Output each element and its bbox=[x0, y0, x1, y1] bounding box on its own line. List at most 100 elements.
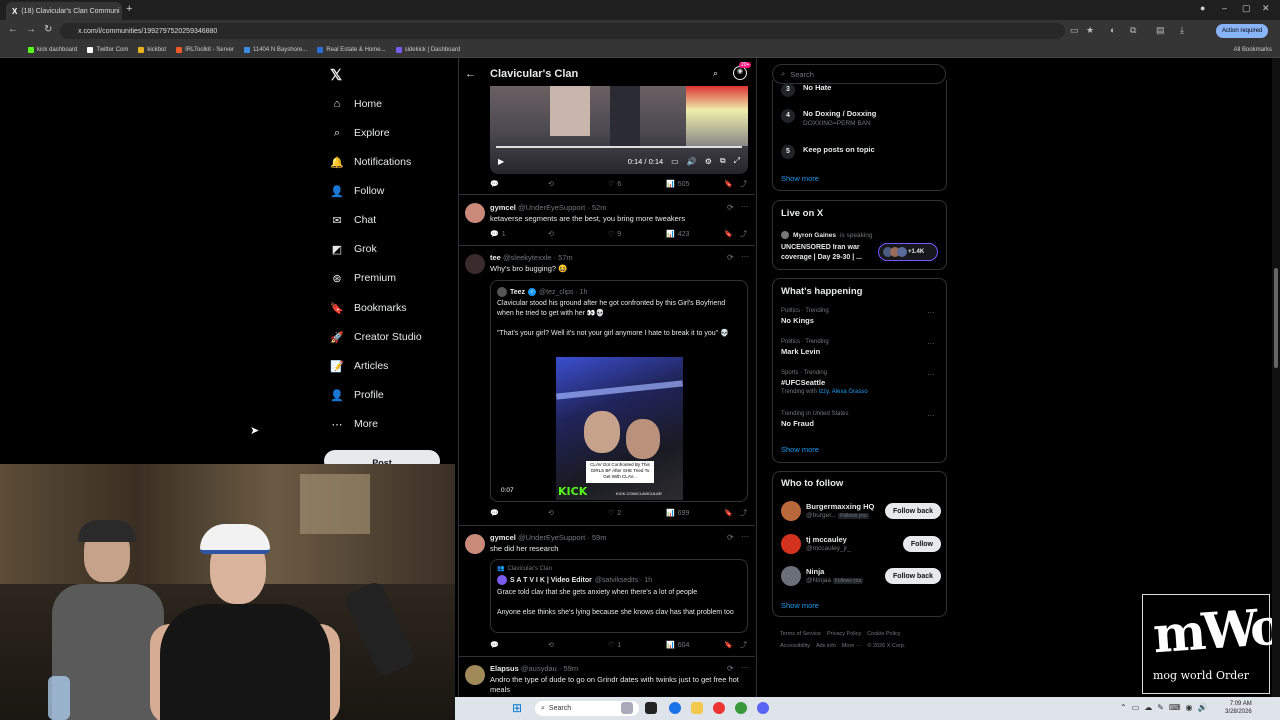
reply-icon[interactable]: 💬 bbox=[490, 180, 502, 188]
repost-icon[interactable]: ⟲ bbox=[548, 180, 557, 188]
bookmark-icon[interactable]: 🔖 bbox=[724, 641, 733, 649]
action-required-button[interactable]: Action required bbox=[1216, 24, 1269, 38]
avatar[interactable] bbox=[781, 566, 801, 586]
trend-item[interactable]: Politics · Trending Mark Levin ··· bbox=[781, 339, 941, 356]
terminal-icon[interactable] bbox=[645, 702, 657, 714]
bookmark-icon[interactable]: 🔖 bbox=[724, 509, 733, 517]
more-icon[interactable]: ··· bbox=[741, 663, 749, 672]
views-icon[interactable]: 📊 604 bbox=[666, 641, 689, 650]
footer-link[interactable]: Privacy Policy bbox=[827, 631, 861, 637]
back-arrow-icon[interactable]: ← bbox=[465, 68, 476, 80]
nav-item-grok[interactable]: ◩ Grok bbox=[330, 239, 377, 259]
bookmark-item[interactable]: IRLToolkit - Server bbox=[176, 46, 234, 53]
follow-suggestion[interactable]: tj mccauley @mccauley_jr_ Follow bbox=[781, 534, 941, 558]
views-icon[interactable]: 📊 505 bbox=[666, 180, 689, 189]
new-tab-button[interactable]: + bbox=[126, 3, 132, 15]
grok-icon[interactable]: ⟳ bbox=[727, 203, 734, 212]
avatar[interactable] bbox=[781, 534, 801, 554]
trend-item[interactable]: Politics · Trending No Kings ··· bbox=[781, 308, 941, 325]
cast-icon[interactable]: ▭ bbox=[1070, 25, 1079, 36]
nav-item-profile[interactable]: 👤 Profile bbox=[330, 385, 384, 405]
footer-link[interactable]: Accessibility bbox=[780, 643, 810, 649]
like-icon[interactable]: ♡ 9 bbox=[608, 230, 621, 239]
pip-icon[interactable]: ⧉ bbox=[720, 156, 726, 166]
nav-item-follow[interactable]: 👤 Follow bbox=[330, 181, 384, 201]
sidebar-icon[interactable]: ▤ bbox=[1156, 25, 1165, 36]
like-icon[interactable]: ♡ 6 bbox=[608, 180, 621, 189]
share-icon[interactable]: ⤴ bbox=[740, 179, 747, 189]
maximize-icon[interactable]: ▢ bbox=[1242, 3, 1251, 14]
share-icon[interactable]: ⤴ bbox=[740, 640, 747, 650]
profile-avatar-icon[interactable]: ● bbox=[1200, 3, 1205, 13]
show-more-link[interactable]: Show more bbox=[781, 174, 819, 183]
more-icon[interactable]: ··· bbox=[741, 532, 749, 541]
obs-icon[interactable] bbox=[713, 702, 725, 714]
bookmark-item[interactable]: kick dashboard bbox=[28, 46, 77, 53]
like-icon[interactable]: ♡ 1 bbox=[608, 641, 621, 650]
bookmark-icon[interactable]: 🔖 bbox=[724, 230, 733, 238]
bookmark-icon[interactable]: 🔖 bbox=[724, 180, 733, 188]
views-icon[interactable]: 📊 423 bbox=[666, 230, 689, 239]
footer-link[interactable]: Terms of Service bbox=[780, 631, 821, 637]
bookmark-item[interactable]: 11404 N Bayshore... bbox=[243, 46, 307, 53]
live-listeners-pill[interactable]: +1.4K bbox=[878, 243, 938, 261]
trend-item[interactable]: Sports · Trending #UFCSeattle Trending wi… bbox=[781, 370, 941, 395]
follow-suggestion[interactable]: Burgermaxxing HQ @burger... Follows you Fo… bbox=[781, 501, 941, 525]
reply-icon[interactable]: 💬 1 bbox=[490, 230, 506, 239]
page-scrollbar[interactable] bbox=[1272, 58, 1280, 698]
volume-icon[interactable]: 🔊 bbox=[687, 157, 697, 166]
bookmark-item[interactable]: kickbot bbox=[138, 46, 166, 53]
window-close-icon[interactable]: ✕ bbox=[1262, 3, 1270, 14]
reply-icon[interactable]: 💬 bbox=[490, 641, 502, 649]
copilot-icon[interactable] bbox=[621, 702, 633, 714]
quote-video[interactable]: CLAV Got Confronted By This GIRLS BF Aft… bbox=[556, 357, 683, 500]
reload-icon[interactable]: ↻ bbox=[44, 24, 52, 35]
captions-icon[interactable]: ▭ bbox=[671, 157, 679, 166]
chrome-icon[interactable] bbox=[669, 702, 681, 714]
more-icon[interactable]: ··· bbox=[741, 252, 749, 261]
share-icon[interactable]: ⤴ bbox=[740, 229, 747, 239]
footer-link[interactable]: Ads info bbox=[816, 643, 836, 649]
forward-icon[interactable]: → bbox=[26, 24, 36, 35]
grok-icon[interactable]: ⟳ bbox=[727, 253, 734, 262]
nav-item-premium[interactable]: ⊛ Premium bbox=[330, 268, 396, 288]
bookmark-item[interactable]: Twitter Com bbox=[87, 46, 128, 53]
url-field[interactable]: x.com/i/communities/1992797520259346880 bbox=[60, 23, 1065, 39]
search-icon[interactable]: ⌕ bbox=[713, 68, 718, 79]
play-icon[interactable]: ▶ bbox=[498, 157, 504, 166]
nav-item-notifications[interactable]: 🔔 Notifications bbox=[330, 152, 411, 172]
repost-icon[interactable]: ⟲ bbox=[548, 509, 557, 517]
footer-link[interactable]: More ··· bbox=[842, 643, 862, 649]
grok-icon[interactable]: ⟳ bbox=[727, 664, 734, 673]
footer-link[interactable]: Cookie Policy bbox=[867, 631, 900, 637]
quoted-post[interactable]: 👥 Clavicular's Clan S A T V I K | Video E… bbox=[490, 559, 748, 633]
share-icon[interactable]: ⤴ bbox=[740, 508, 747, 518]
nav-item-creator-studio[interactable]: 🚀 Creator Studio bbox=[330, 327, 422, 347]
footer-link[interactable]: © 2026 X Corp. bbox=[867, 643, 905, 649]
nav-item-bookmarks[interactable]: 🔖 Bookmarks bbox=[330, 298, 406, 318]
browser-icon[interactable] bbox=[735, 702, 747, 714]
nav-item-explore[interactable]: ⌕ Explore bbox=[330, 123, 390, 143]
nav-item-home[interactable]: ⌂ Home bbox=[330, 94, 382, 114]
repost-icon[interactable]: ⟲ bbox=[548, 641, 557, 649]
windows-start-icon[interactable]: ⊞ bbox=[512, 701, 522, 715]
settings-icon[interactable]: ⚙ bbox=[705, 157, 712, 166]
views-icon[interactable]: 📊 699 bbox=[666, 509, 689, 518]
x-logo-icon[interactable]: 𝕏 bbox=[330, 66, 342, 84]
grok-icon[interactable]: ⟳ bbox=[727, 533, 734, 542]
trend-item[interactable]: Trending in United States No Fraud ··· bbox=[781, 411, 941, 428]
nav-item-more[interactable]: ⋯ More bbox=[330, 414, 378, 434]
extension-icon[interactable]: ◐ bbox=[1110, 25, 1115, 35]
like-icon[interactable]: ♡ 2 bbox=[608, 509, 621, 518]
post[interactable]: Elapsus @ausydau · 59m ⟳ ··· Andro the t… bbox=[459, 656, 755, 697]
space-title[interactable]: UNCENSORED Iran war coverage | Day 29-30… bbox=[781, 243, 881, 262]
all-bookmarks[interactable]: All Bookmarks bbox=[1234, 47, 1272, 53]
video-player[interactable]: ▶ 0:14 / 0:14 ▭ 🔊 ⚙ ⧉ ⤢ bbox=[490, 86, 748, 174]
clock[interactable]: 7:09 AM 3/28/2026 bbox=[1225, 700, 1252, 716]
star-icon[interactable]: ★ bbox=[1086, 25, 1094, 36]
show-more-link[interactable]: Show more bbox=[781, 445, 819, 454]
video-progress-bar[interactable] bbox=[496, 146, 742, 148]
reply-icon[interactable]: 💬 bbox=[490, 509, 502, 517]
browser-tab[interactable]: X (18) Clavicular's Clan Communi ✕ bbox=[6, 2, 122, 20]
bookmark-item[interactable]: Real Estate & Home... bbox=[317, 46, 386, 53]
